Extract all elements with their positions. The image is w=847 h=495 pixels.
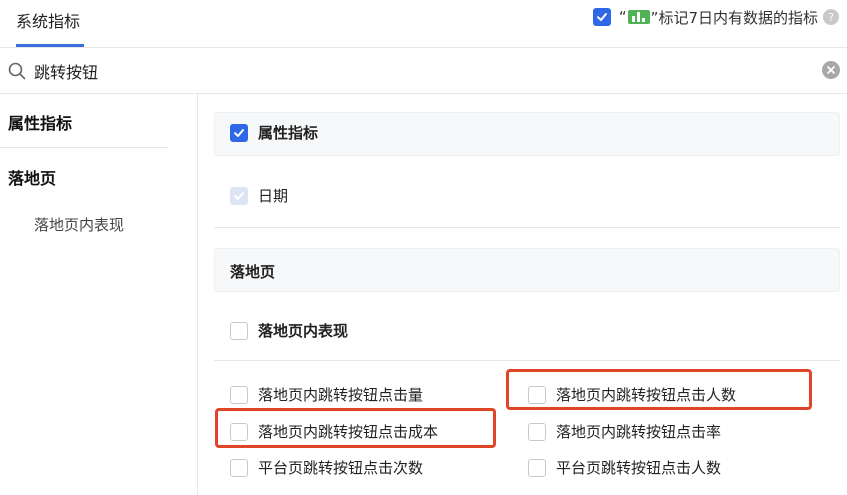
search-input[interactable] bbox=[34, 57, 794, 85]
metric-label: 平台页跳转按钮点击次数 bbox=[258, 459, 424, 477]
clear-icon[interactable] bbox=[822, 61, 840, 79]
help-icon[interactable]: ? bbox=[823, 9, 839, 25]
subgroup-landing-performance-label: 落地页内表现 bbox=[258, 322, 349, 340]
metric-date: 日期 bbox=[230, 185, 288, 206]
mark-recent-data-checkbox[interactable] bbox=[592, 8, 611, 26]
mark-prefix: “ bbox=[618, 8, 627, 26]
metric-label: 落地页内跳转按钮点击量 bbox=[258, 386, 424, 404]
metric-date-checkbox bbox=[230, 186, 248, 205]
metric-checkbox[interactable] bbox=[528, 458, 546, 477]
group-header-landing bbox=[214, 248, 840, 292]
metric-checkbox[interactable] bbox=[230, 458, 248, 477]
metric-date-label: 日期 bbox=[258, 187, 289, 205]
metric-item[interactable]: 平台页跳转按钮点击次数 bbox=[230, 457, 423, 478]
metric-item[interactable]: 落地页内跳转按钮点击量 bbox=[230, 384, 423, 405]
mark-recent-data-option[interactable]: “ ”标记7日内有数据的指标 ? bbox=[592, 7, 839, 27]
sidebar-item-landing-performance[interactable]: 落地页内表现 bbox=[34, 214, 124, 235]
metric-checkbox[interactable] bbox=[528, 422, 546, 441]
subgroup-landing-performance-checkbox[interactable] bbox=[230, 321, 248, 340]
metric-item[interactable]: 平台页跳转按钮点击人数 bbox=[528, 457, 721, 478]
sidebar bbox=[0, 94, 198, 495]
top-bar: 系统指标 “ ”标记7日内有数据的指标 ? bbox=[0, 0, 847, 48]
group-attributes-label: 属性指标 bbox=[258, 124, 319, 142]
tab-system-metrics[interactable]: 系统指标 bbox=[16, 8, 80, 32]
subgroup-landing-performance[interactable]: 落地页内表现 bbox=[230, 320, 348, 341]
metric-label: 落地页内跳转按钮点击率 bbox=[556, 423, 722, 441]
search-icon bbox=[8, 62, 26, 80]
sidebar-divider bbox=[0, 147, 169, 148]
metric-label: 平台页跳转按钮点击人数 bbox=[556, 459, 722, 477]
tab-active-indicator bbox=[16, 44, 84, 47]
highlight-box bbox=[215, 408, 496, 448]
group-attributes-checkbox[interactable] bbox=[230, 123, 248, 142]
metric-item[interactable]: 落地页内跳转按钮点击率 bbox=[528, 421, 721, 442]
group-landing-label: 落地页 bbox=[230, 263, 276, 281]
search-bar bbox=[0, 48, 847, 94]
group-landing-title: 落地页 bbox=[230, 261, 275, 282]
metric-checkbox[interactable] bbox=[230, 385, 248, 404]
group-attributes-toggle[interactable]: 属性指标 bbox=[230, 122, 318, 143]
highlight-box bbox=[506, 369, 812, 410]
sidebar-group-landing[interactable]: 落地页 bbox=[8, 165, 56, 189]
subgroup-divider bbox=[214, 360, 840, 361]
section-divider bbox=[214, 227, 840, 228]
bar-chart-icon bbox=[627, 10, 650, 24]
sidebar-group-attributes[interactable]: 属性指标 bbox=[8, 110, 72, 134]
mark-label: ”标记7日内有数据的指标 bbox=[650, 8, 818, 27]
